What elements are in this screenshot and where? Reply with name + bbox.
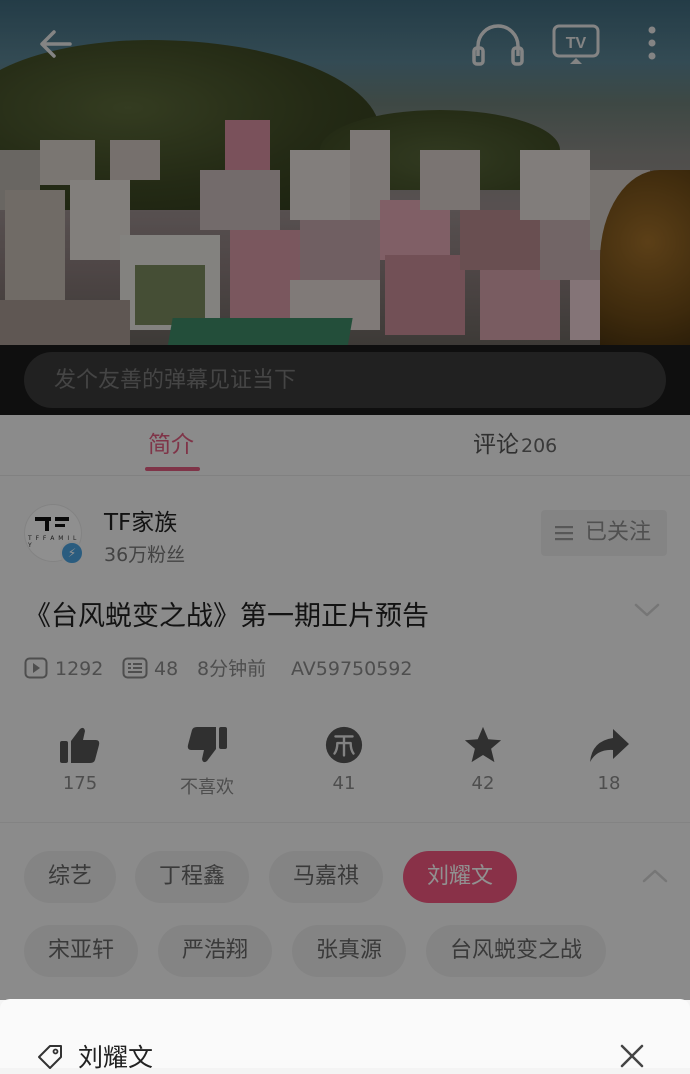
close-icon[interactable] (618, 1042, 646, 1070)
coin-count: 41 (332, 773, 356, 794)
coin-icon (325, 726, 363, 764)
play-count-icon (24, 657, 48, 679)
coin-button[interactable]: 41 (304, 725, 384, 805)
tag-chip[interactable]: 张真源 (292, 925, 407, 977)
tag-chip-active[interactable]: 刘耀文 (403, 851, 518, 903)
back-arrow-icon[interactable] (34, 22, 78, 66)
tab-comments-count: 206 (521, 435, 558, 457)
chevron-down-icon[interactable] (632, 600, 662, 620)
publish-time: 8分钟前 (197, 658, 267, 680)
tag-chip[interactable]: 丁程鑫 (135, 851, 250, 903)
thumbs-down-icon (187, 727, 227, 763)
dislike-label: 不喜欢 (180, 777, 234, 798)
like-button[interactable]: 175 (40, 725, 120, 805)
dislike-button[interactable]: 不喜欢 (167, 725, 247, 805)
danmaku-count: 48 (154, 658, 179, 680)
danmaku-input[interactable] (24, 352, 666, 408)
divider (0, 822, 690, 823)
uploader-fans: 36万粉丝 (104, 544, 186, 566)
tab-bar: 简介 评论 206 (0, 415, 690, 476)
share-count: 18 (597, 773, 621, 794)
tag-chip[interactable]: 综艺 (24, 851, 117, 903)
thumbs-up-icon (60, 727, 100, 763)
tab-comments[interactable]: 评论 206 (473, 415, 557, 475)
follow-button-label: 已关注 (585, 520, 652, 545)
av-id: AV59750592 (291, 658, 413, 680)
uploader-name[interactable]: TF家族 (104, 503, 177, 537)
tag-chip[interactable]: 马嘉祺 (269, 851, 384, 903)
favorite-button[interactable]: 42 (443, 725, 523, 805)
svg-text:TV: TV (566, 35, 587, 52)
chevron-up-icon[interactable] (640, 866, 670, 886)
tag-chip[interactable]: 宋亚轩 (24, 925, 139, 977)
share-button[interactable]: 18 (569, 725, 649, 805)
play-count: 1292 (55, 658, 104, 680)
favorite-count: 42 (471, 773, 495, 794)
tab-intro[interactable]: 简介 (148, 415, 194, 475)
share-arrow-icon (590, 729, 629, 762)
follow-button[interactable]: 已关注 (541, 510, 667, 556)
tab-comments-label: 评论 (473, 432, 519, 458)
video-frame-roof (167, 318, 353, 345)
tag-chip[interactable]: 台风蜕变之战 (426, 925, 607, 977)
like-count: 175 (62, 773, 98, 794)
sheet-title: 刘耀文 (78, 1043, 154, 1072)
tag-icon (38, 1045, 62, 1069)
headphone-icon[interactable] (470, 20, 526, 68)
star-icon (464, 726, 502, 763)
tab-active-indicator (145, 467, 200, 471)
tag-chip[interactable]: 严浩翔 (158, 925, 273, 977)
menu-lines-icon (555, 526, 573, 541)
more-menu-icon[interactable] (640, 22, 664, 66)
verified-badge-icon: ⚡ (60, 541, 84, 565)
video-title: 《台风蜕变之战》第一期正片预告 (24, 601, 429, 632)
danmaku-count-icon (122, 657, 148, 679)
tv-cast-icon[interactable]: TV (552, 22, 600, 66)
